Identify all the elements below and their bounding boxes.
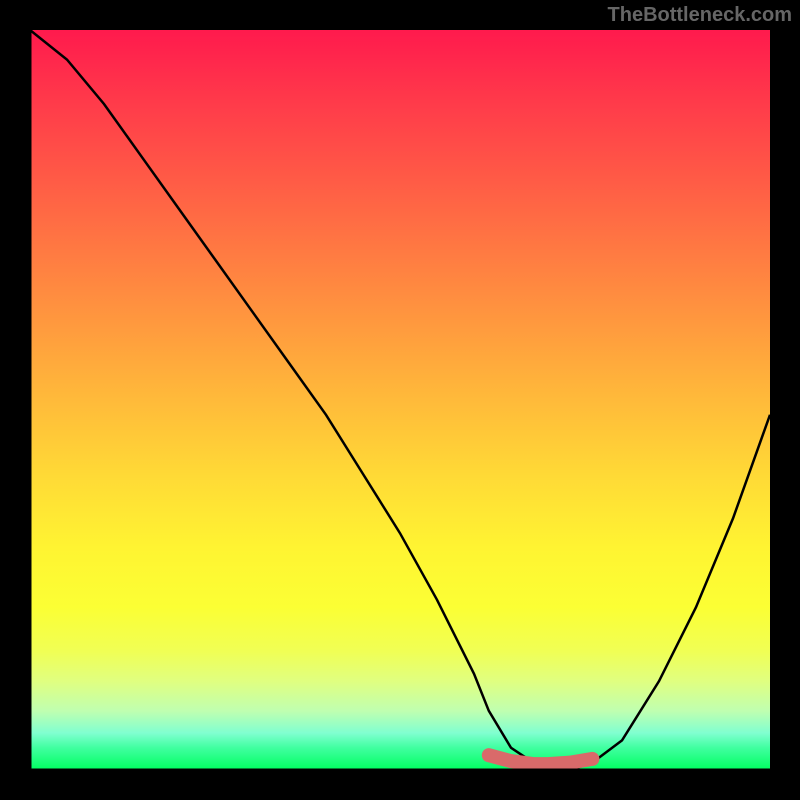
- highlight-segment: [489, 755, 593, 764]
- bottleneck-curve: [30, 30, 770, 770]
- chart-svg: [30, 30, 770, 770]
- watermark-text: TheBottleneck.com: [608, 4, 792, 27]
